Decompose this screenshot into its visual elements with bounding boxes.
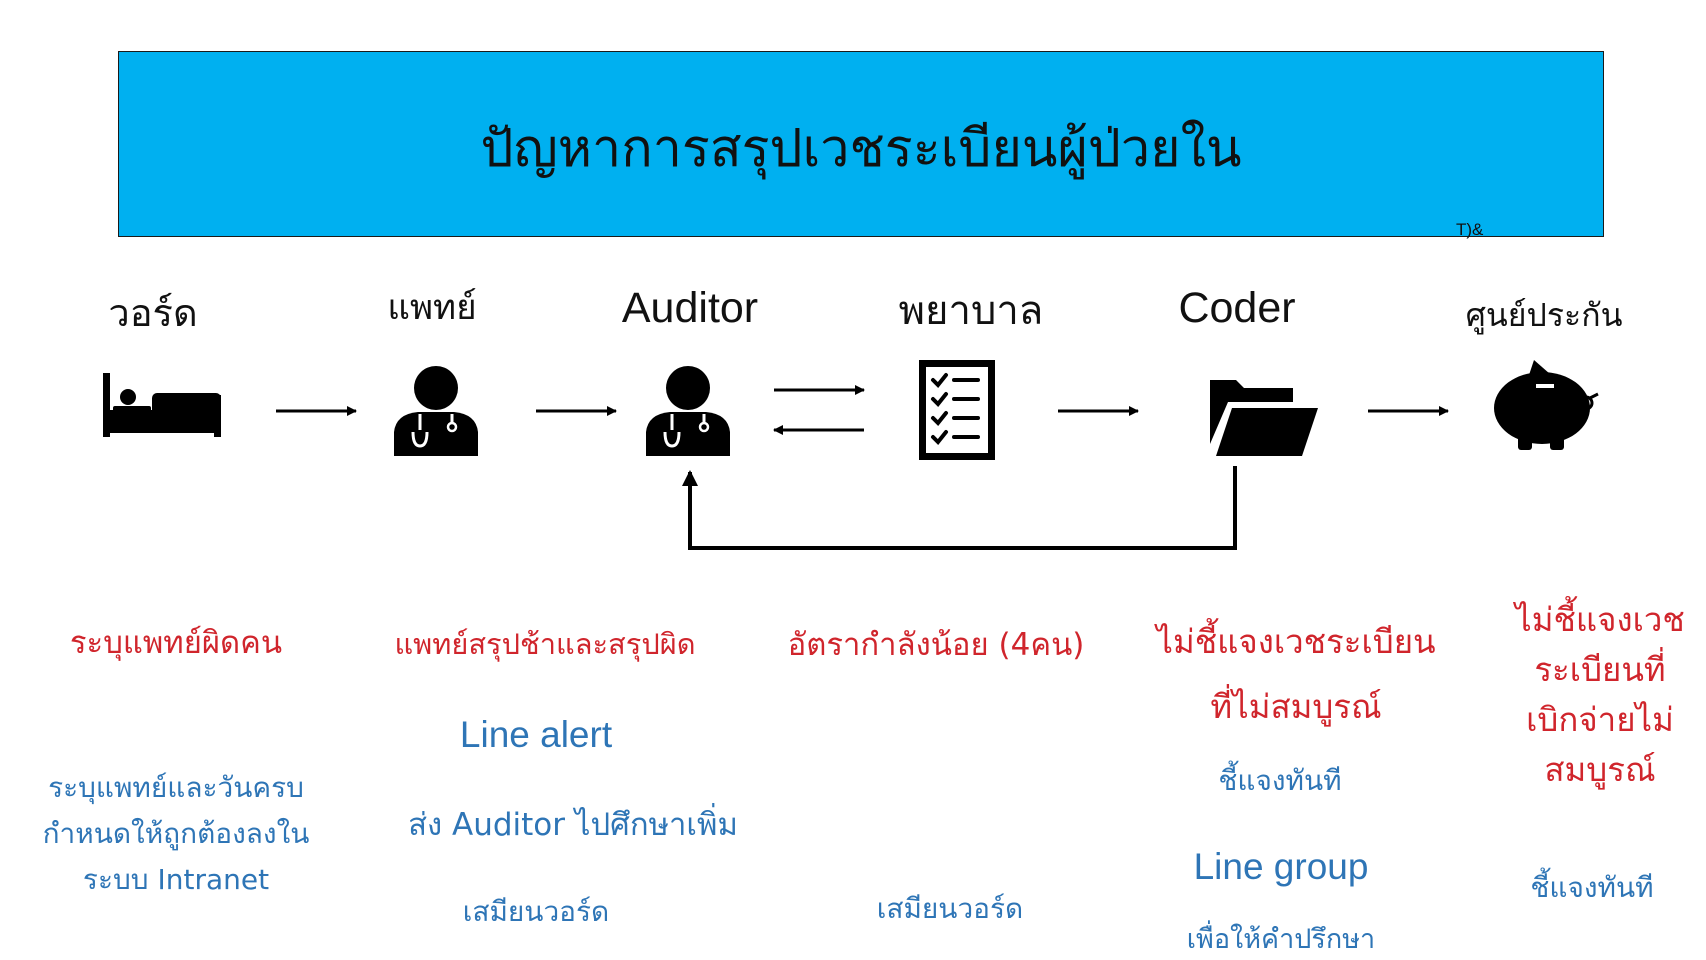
solution-line-alert: Line alert	[459, 714, 613, 755]
solution-ward-clerk: เสมียนวอร์ด	[462, 895, 610, 928]
problem-insurance: ไม่ชี้แจงเวช	[1515, 600, 1685, 639]
problem-coder: ที่ไม่สมบูรณ์	[1210, 687, 1382, 726]
solution-ward: ระบุแพทย์และวันครบ	[48, 771, 304, 804]
folder-icon	[1210, 380, 1318, 456]
problem-doctor: แพทย์สรุปช้าและสรุปผิด	[394, 627, 696, 661]
doctor-icon	[646, 366, 730, 456]
solution-line-group: Line group	[1193, 846, 1369, 887]
solution-send-auditor: ส่ง Auditor ไปศึกษาเพิ่ม	[408, 807, 738, 843]
problem-ward: ระบุแพทย์ผิดคน	[69, 625, 283, 661]
problem-nurse: อัตรากำลังน้อย (4คน)	[787, 627, 1085, 663]
piggy-bank-icon	[1494, 360, 1599, 450]
solution-ward: ระบบ Intranet	[82, 863, 270, 896]
solution-explain-now: ชี้แจงทันที	[1218, 764, 1342, 797]
doctor-icon	[394, 366, 478, 456]
bed-icon	[103, 373, 221, 437]
solution-ward-clerk: เสมียนวอร์ด	[876, 892, 1024, 925]
problem-coder: ไม่ชี้แจงเวชระเบียน	[1156, 622, 1436, 661]
problem-insurance: สมบูรณ์	[1544, 750, 1656, 789]
solution-explain-now: ชี้แจงทันที	[1530, 871, 1654, 904]
solution-advice: เพื่อให้คำปรึกษา	[1186, 924, 1376, 955]
problem-insurance: เบิกจ่ายไม่	[1526, 700, 1674, 739]
checklist-icon	[919, 360, 995, 460]
solution-ward: กำหนดให้ถูกต้องลงใน	[42, 817, 310, 850]
problem-insurance: ระเบียนที่	[1534, 650, 1666, 689]
